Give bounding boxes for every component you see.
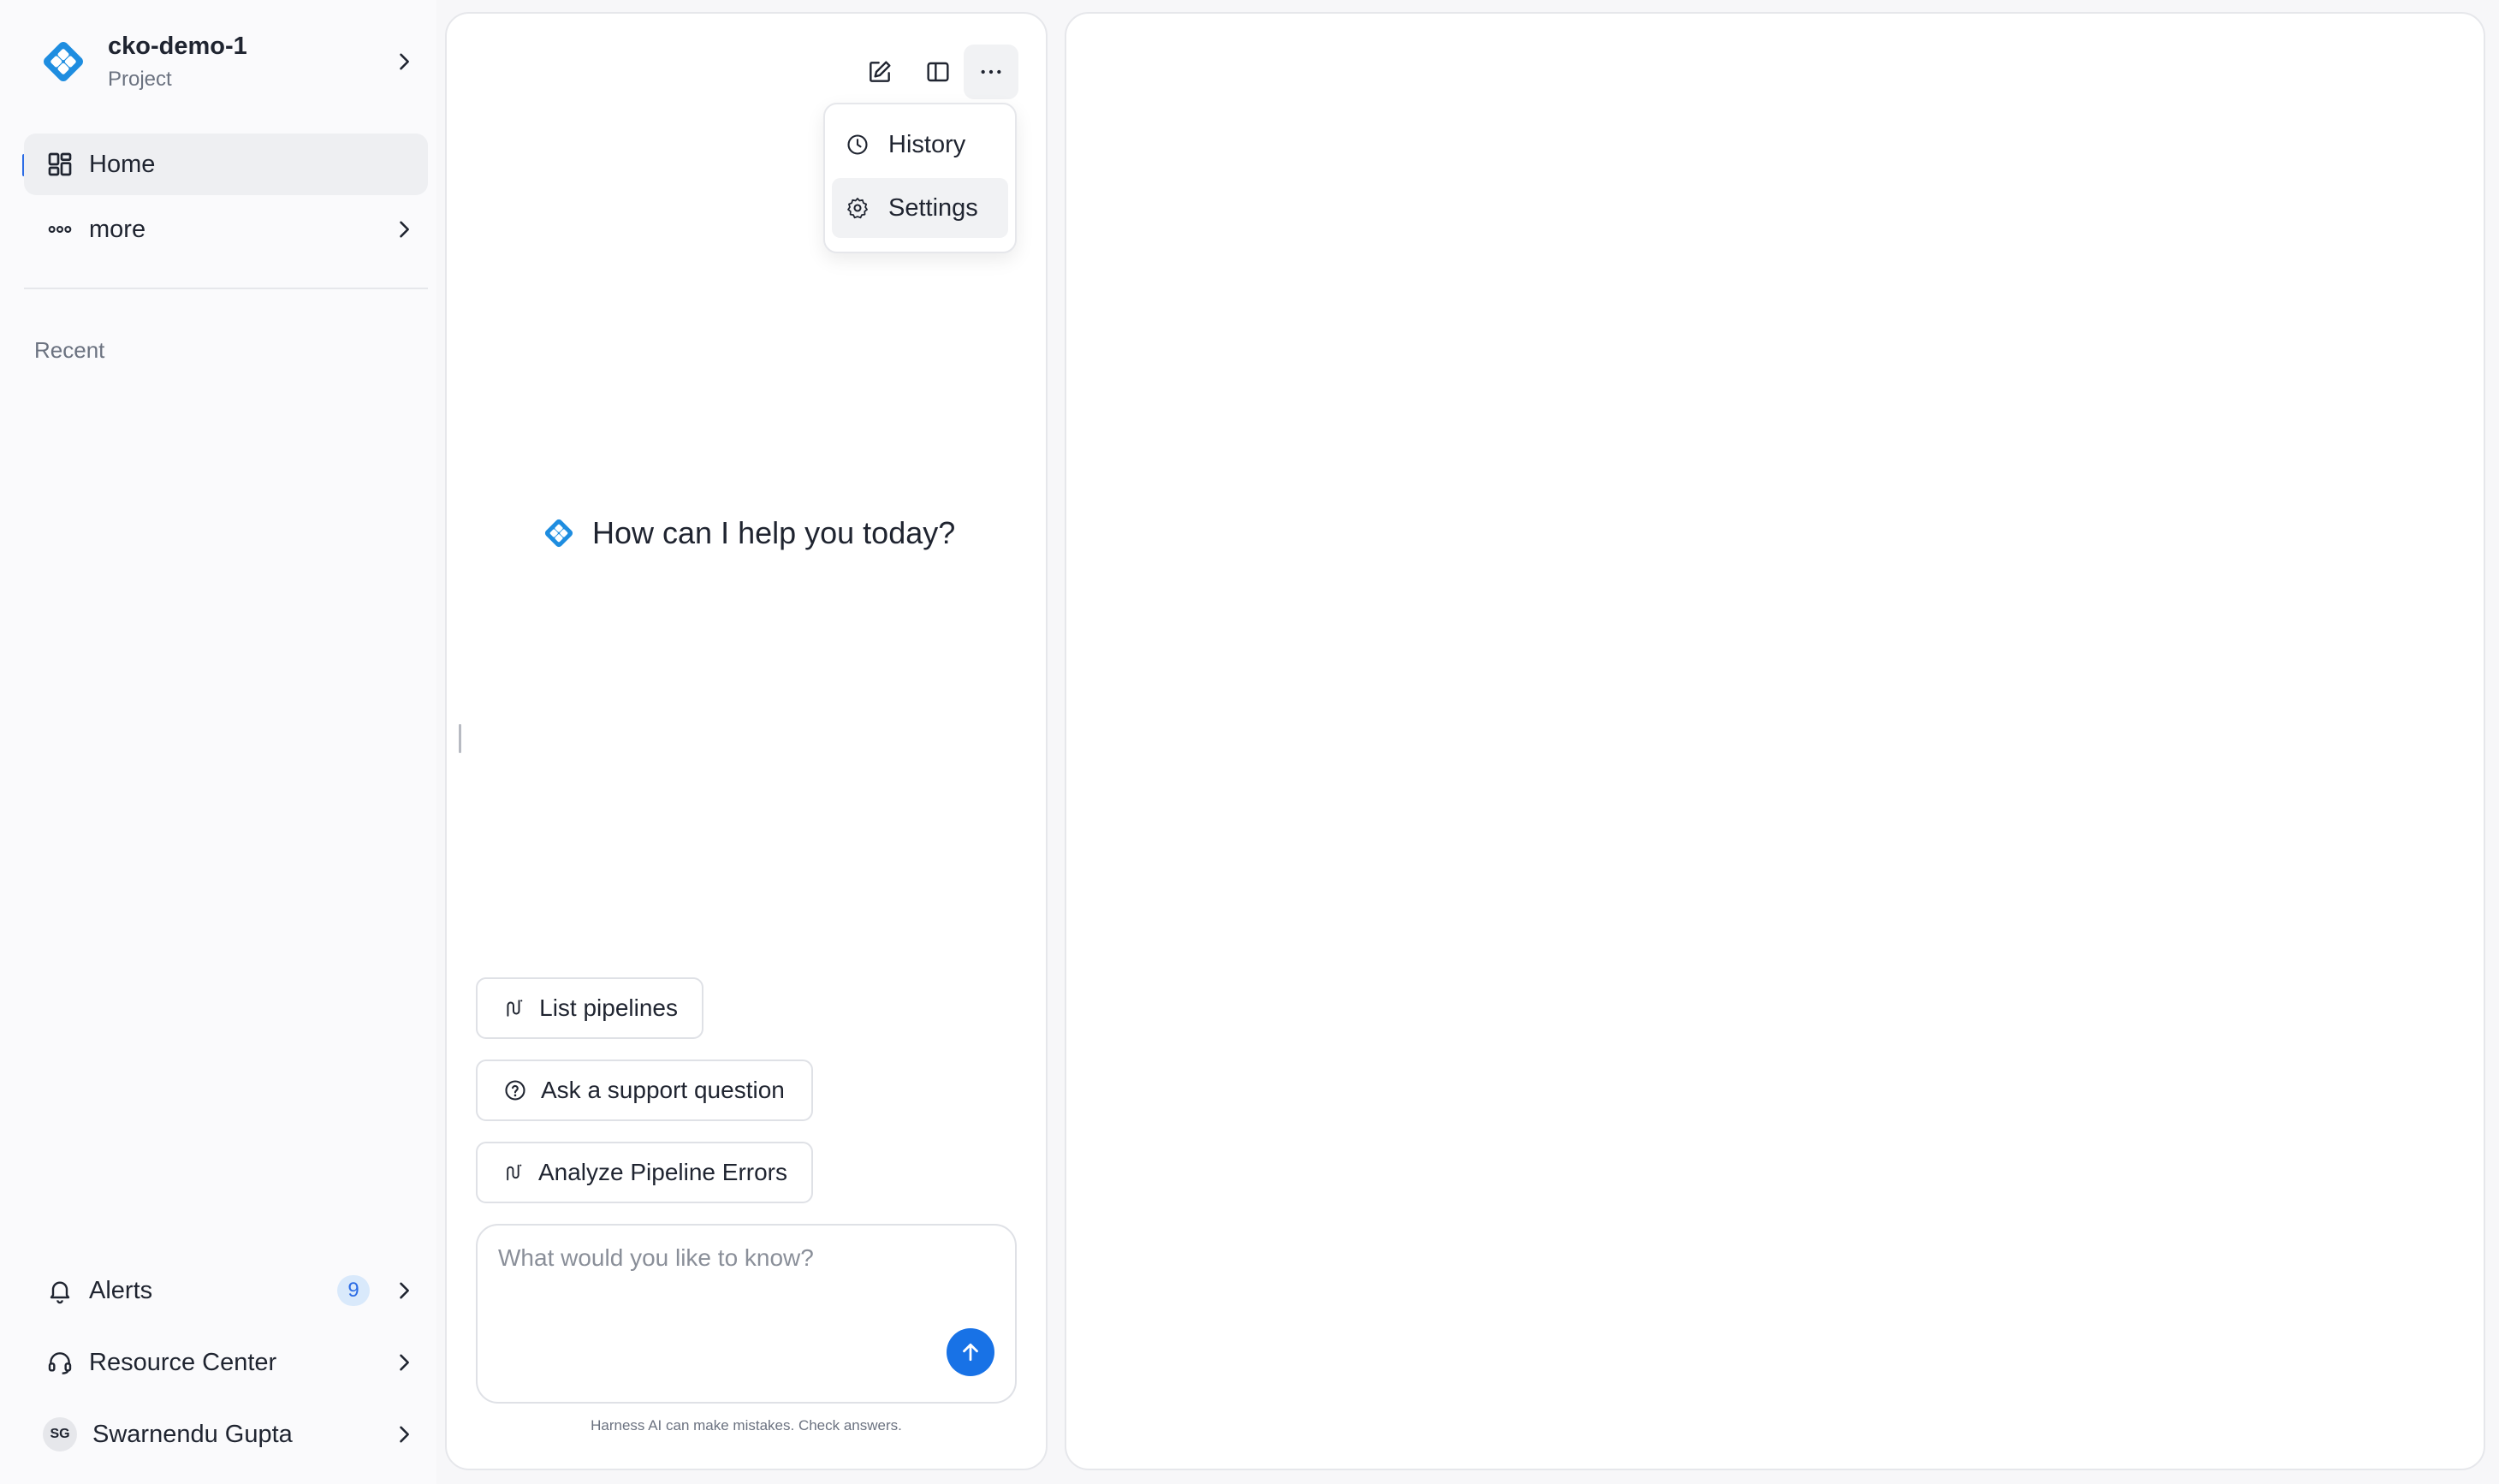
chat-composer xyxy=(476,1224,1017,1404)
project-selector[interactable]: cko-demo-1 Project xyxy=(24,21,426,103)
project-type: Project xyxy=(108,67,172,91)
sidebar: cko-demo-1 Project Home more Recent Aler… xyxy=(0,0,436,1484)
menu-item-history-label: History xyxy=(888,130,966,158)
suggestion-label: Ask a support question xyxy=(541,1077,785,1103)
bell-icon xyxy=(50,1281,70,1304)
user-name: Swarnendu Gupta xyxy=(92,1420,293,1448)
pipeline-icon xyxy=(507,1000,523,1017)
alerts-label: Alerts xyxy=(89,1276,153,1304)
sidebar-divider xyxy=(24,288,428,289)
user-profile-item[interactable]: SG Swarnendu Gupta xyxy=(24,1404,428,1465)
headset-icon xyxy=(48,1352,72,1374)
ellipsis-icon xyxy=(981,69,1001,74)
pipeline-icon xyxy=(507,1164,522,1181)
chevron-right-icon xyxy=(400,53,409,70)
chat-input[interactable] xyxy=(498,1244,977,1339)
chevron-right-icon xyxy=(400,1354,409,1371)
send-button[interactable] xyxy=(947,1328,994,1376)
chevron-right-icon xyxy=(400,1426,409,1443)
toggle-panel-button[interactable] xyxy=(911,45,965,99)
nav-item-more-label: more xyxy=(89,215,146,243)
sidebar-toggle-icon xyxy=(927,62,949,82)
options-dropdown-menu: History Settings xyxy=(823,103,1017,253)
avatar: SG xyxy=(43,1417,77,1451)
chevron-right-icon xyxy=(400,1282,409,1299)
question-circle-icon xyxy=(505,1080,525,1101)
recent-heading: Recent xyxy=(34,337,105,363)
alerts-count-badge: 9 xyxy=(337,1275,370,1306)
new-chat-button[interactable] xyxy=(852,45,907,99)
harness-logo-icon xyxy=(44,42,83,81)
ai-chat-panel: History Settings How can I help you toda… xyxy=(445,12,1081,1470)
nav-item-more[interactable]: more xyxy=(24,199,428,260)
ai-disclaimer: Harness AI can make mistakes. Check answ… xyxy=(591,1417,902,1434)
project-name: cko-demo-1 xyxy=(108,32,247,60)
menu-item-settings-label: Settings xyxy=(888,193,978,222)
chat-greeting: How can I help you today? xyxy=(541,515,955,551)
clock-icon xyxy=(847,134,868,155)
chevron-right-icon xyxy=(400,221,409,238)
suggestion-support-question[interactable]: Ask a support question xyxy=(476,1060,813,1121)
nav-item-home[interactable]: Home xyxy=(24,134,428,195)
resize-handle-left[interactable] xyxy=(459,724,461,753)
resource-center-item[interactable]: Resource Center xyxy=(24,1332,428,1393)
menu-item-settings[interactable]: Settings xyxy=(832,178,1008,238)
main-content-panel xyxy=(1065,12,2485,1470)
resource-center-label: Resource Center xyxy=(89,1348,277,1376)
nav-item-home-label: Home xyxy=(89,150,156,178)
dots-icon xyxy=(48,226,72,234)
suggestion-label: Analyze Pipeline Errors xyxy=(537,1159,787,1185)
menu-item-history[interactable]: History xyxy=(832,115,1008,175)
alerts-item[interactable]: Alerts 9 xyxy=(24,1260,428,1321)
grid-icon xyxy=(48,152,72,176)
harness-logo-icon xyxy=(544,519,573,548)
suggestion-analyze-errors[interactable]: Analyze Pipeline Errors xyxy=(476,1142,813,1203)
arrow-up-icon xyxy=(963,1343,978,1362)
gear-icon xyxy=(847,198,868,219)
more-options-button[interactable] xyxy=(964,45,1018,99)
suggestion-label: List pipelines xyxy=(539,994,678,1021)
suggestion-list-pipelines[interactable]: List pipelines xyxy=(476,977,703,1039)
edit-icon xyxy=(870,61,891,82)
greeting-text: How can I help you today? xyxy=(592,515,956,550)
